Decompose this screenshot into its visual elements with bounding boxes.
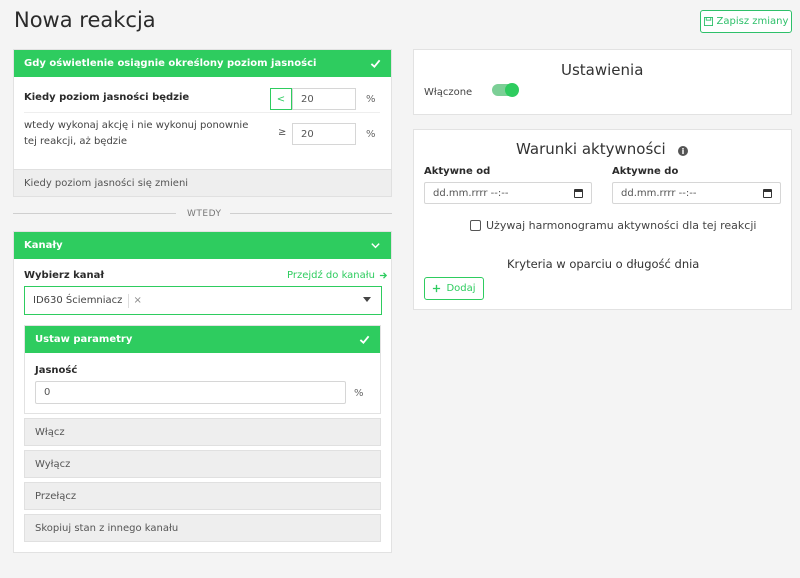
brightness-condition-label: Kiedy poziom jasności będzie [24,92,190,103]
save-button-label: Zapisz zmiany [716,16,789,27]
calendar-icon[interactable] [574,189,583,198]
active-to-label: Aktywne do [612,166,679,177]
trigger-header[interactable]: Gdy oświetlenie osiągnie określony pozio… [14,50,391,77]
active-to-placeholder: dd.mm.rrrr --:-- [621,187,697,199]
daylight-criteria-title: Kryteria w oparciu o długość dnia [507,257,700,271]
percent-unit: % [366,94,376,105]
save-icon [703,17,713,26]
brightness-label: Jasność [35,365,78,376]
percent-unit: % [366,129,376,140]
add-criteria-button[interactable]: Dodaj [424,277,484,300]
page-title: Nowa reakcja [14,8,156,32]
brightness-threshold-input[interactable]: 20 [292,88,356,110]
percent-unit: % [354,388,364,399]
select-channel-label: Wybierz kanał [24,270,105,281]
settings-panel [413,49,792,115]
activity-title: Warunki aktywności [516,140,666,158]
operator-lt-button[interactable]: < [270,88,292,110]
channels-header-label: Kanały [24,240,63,251]
params-header[interactable]: Ustaw parametry [25,326,380,353]
chevron-down-icon [371,243,380,249]
calendar-icon[interactable] [763,189,772,198]
active-from-label: Aktywne od [424,166,491,177]
go-to-channel-label: Przejdź do kanału [287,270,375,281]
go-to-channel-link[interactable]: Przejdź do kanału [287,270,388,281]
plus-icon [433,284,441,293]
check-icon [359,335,370,345]
row-separator [24,112,380,113]
active-from-placeholder: dd.mm.rrrr --:-- [433,187,509,199]
check-icon [370,59,381,69]
remove-tag-icon[interactable]: × [133,295,141,306]
add-criteria-label: Dodaj [446,283,476,294]
schedule-checkbox[interactable] [470,220,481,231]
reset-threshold-input[interactable]: 20 [292,123,356,145]
params-header-label: Ustaw parametry [35,334,133,345]
selected-channel-tag: ID630 Ściemniacz [33,295,123,306]
toggle-knob [505,83,519,97]
action-option-copy-state[interactable]: Skopiuj stan z innego kanału [24,514,381,542]
arrow-right-icon [379,272,388,279]
action-option-turn-on[interactable]: Włącz [24,418,381,446]
brightness-input[interactable]: 0 [35,381,346,404]
action-option-toggle[interactable]: Przełącz [24,482,381,510]
save-button[interactable]: Zapisz zmiany [700,10,792,33]
reset-condition-label: wtedy wykonaj akcję i nie wykonuj ponown… [24,120,249,147]
tag-separator [128,293,130,308]
schedule-checkbox-label[interactable]: Używaj harmonogramu aktywności dla tej r… [486,218,756,234]
divider-line-left [13,213,176,214]
caret-down-icon[interactable] [363,297,371,302]
enabled-toggle[interactable] [492,83,519,97]
settings-title: Ustawienia [561,61,644,79]
brightness-change-option[interactable]: Kiedy poziom jasności się zmieni [13,169,392,197]
enabled-label: Włączone [424,87,473,98]
channels-header[interactable]: Kanały [14,232,391,259]
divider-line-right [230,213,392,214]
operator-gte: ≥ [278,127,287,138]
trigger-header-label: Gdy oświetlenie osiągnie określony pozio… [24,58,317,69]
active-from-input[interactable]: dd.mm.rrrr --:-- [424,182,592,204]
info-icon[interactable]: i [678,146,688,156]
action-option-turn-off[interactable]: Wyłącz [24,450,381,478]
then-divider: WTEDY [187,209,222,219]
active-to-input[interactable]: dd.mm.rrrr --:-- [612,182,781,204]
channel-select[interactable]: ID630 Ściemniacz × [24,286,382,315]
